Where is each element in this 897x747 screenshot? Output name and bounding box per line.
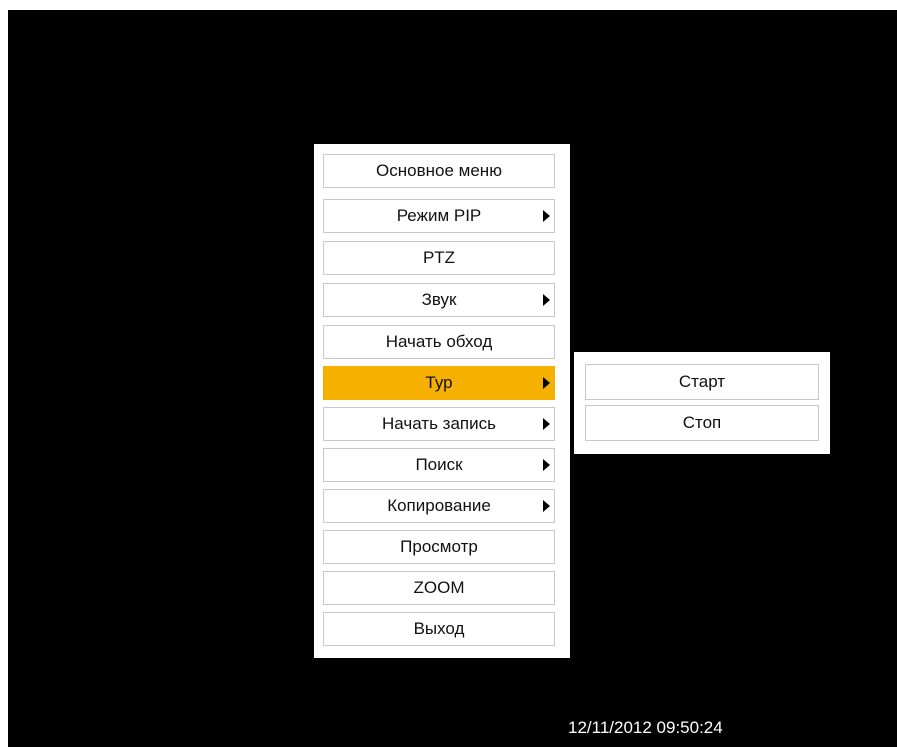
menu-item-label: Начать обход — [385, 332, 493, 351]
menu-item-search[interactable]: Поиск — [323, 448, 555, 482]
menu-item-label: Выход — [413, 619, 465, 638]
triangle-right-icon — [543, 294, 550, 306]
menu-item-pip-mode[interactable]: Режим PIP — [323, 199, 555, 233]
menu-item-zoom[interactable]: ZOOM — [323, 571, 555, 605]
menu-item-tour[interactable]: Тур — [323, 366, 555, 400]
menu-item-label: PTZ — [422, 248, 456, 267]
menu-item-main-menu[interactable]: Основное меню — [323, 154, 555, 188]
menu-item-exit[interactable]: Выход — [323, 612, 555, 646]
menu-item-ptz[interactable]: PTZ — [323, 241, 555, 275]
menu-item-label: Поиск — [415, 455, 463, 474]
menu-item-label: ZOOM — [413, 578, 465, 597]
triangle-right-icon — [543, 210, 550, 222]
menu-item-label: Копирование — [387, 496, 491, 515]
menu-item-start-recording[interactable]: Начать запись — [323, 407, 555, 441]
triangle-right-icon — [543, 500, 550, 512]
menu-item-label: Тур — [425, 373, 453, 392]
menu-item-playback[interactable]: Просмотр — [323, 530, 555, 564]
menu-item-start-patrol[interactable]: Начать обход — [323, 325, 555, 359]
submenu-item-label: Стоп — [682, 413, 722, 432]
triangle-right-icon — [543, 418, 550, 430]
menu-item-label: Звук — [421, 290, 457, 309]
menu-item-label: Начать запись — [382, 414, 496, 433]
submenu-item-stop[interactable]: Стоп — [585, 405, 819, 441]
menu-item-label: Просмотр — [400, 537, 478, 556]
main-menu: Основное меню Режим PIP PTZ Звук Начать … — [314, 144, 570, 658]
submenu-item-start[interactable]: Старт — [585, 364, 819, 400]
menu-item-label: Основное меню — [376, 161, 502, 180]
menu-item-copy[interactable]: Копирование — [323, 489, 555, 523]
tour-submenu: Старт Стоп — [574, 352, 830, 454]
triangle-right-icon — [543, 377, 550, 389]
datetime-display: 12/11/2012 09:50:24 — [568, 718, 723, 737]
submenu-item-label: Старт — [678, 372, 726, 391]
triangle-right-icon — [543, 459, 550, 471]
menu-item-label: Режим PIP — [396, 206, 482, 225]
menu-item-sound[interactable]: Звук — [323, 283, 555, 317]
